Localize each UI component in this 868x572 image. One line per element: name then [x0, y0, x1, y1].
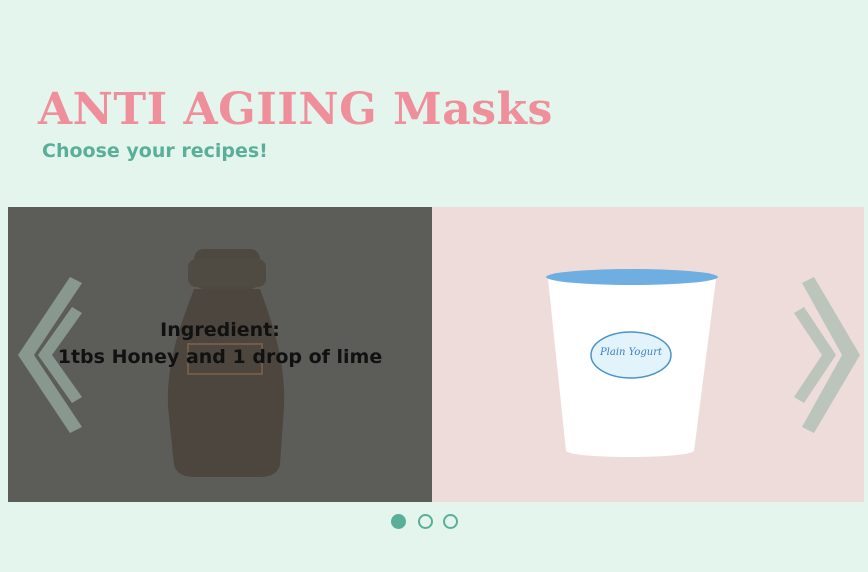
- page-subtitle: Choose your recipes!: [42, 140, 268, 162]
- prev-arrow-icon[interactable]: [8, 267, 88, 447]
- page-title: ANTI AGIING Masks: [38, 84, 553, 135]
- caption-heading: Ingredient:: [160, 319, 280, 341]
- pagination-dot-1[interactable]: [391, 514, 406, 529]
- yogurt-label: Plain Yogurt: [599, 347, 663, 358]
- recipe-carousel: Ingredient: 1tbs Honey and 1 drop of lim…: [8, 207, 864, 502]
- carousel-pagination: [391, 514, 458, 529]
- pagination-dot-2[interactable]: [418, 514, 433, 529]
- slide-caption: Ingredient: 1tbs Honey and 1 drop of lim…: [48, 317, 392, 371]
- next-arrow-icon[interactable]: [784, 267, 864, 447]
- caption-text: 1tbs Honey and 1 drop of lime: [57, 346, 383, 368]
- pagination-dot-3[interactable]: [443, 514, 458, 529]
